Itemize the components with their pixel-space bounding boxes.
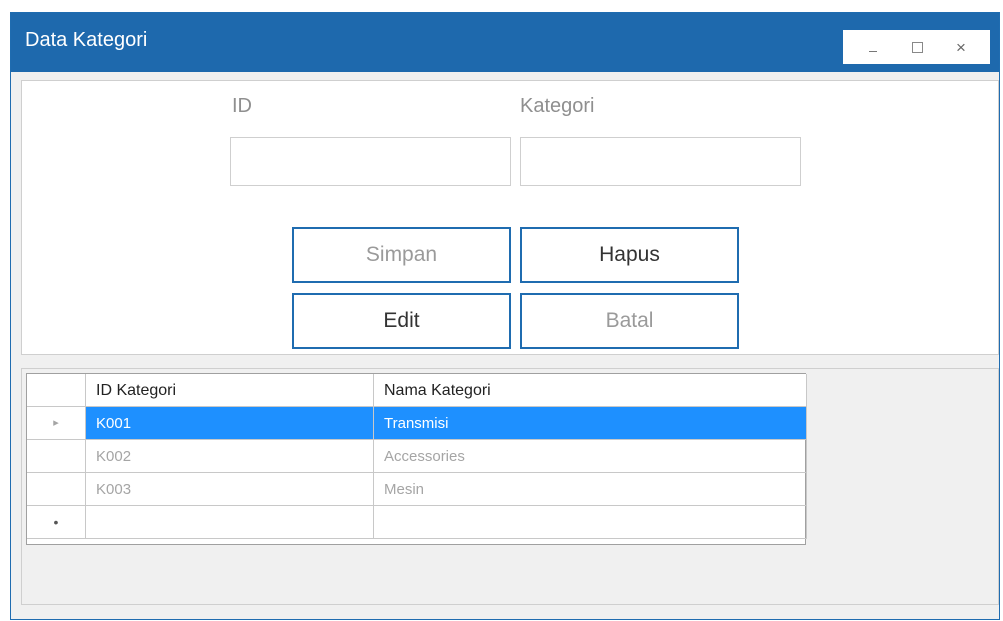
new-row-indicator-icon[interactable]: • (27, 506, 86, 539)
maximize-button[interactable] (897, 30, 937, 64)
kategori-data-grid[interactable]: ID Kategori Nama Kategori ▸ K001 Transmi… (26, 373, 807, 545)
batal-button[interactable]: Batal (520, 293, 739, 349)
cell-nama-kategori[interactable] (374, 506, 807, 539)
edit-button[interactable]: Edit (292, 293, 511, 349)
current-row-indicator-icon[interactable]: ▸ (27, 407, 86, 440)
window-controls: × (843, 30, 990, 64)
grid-header-row: ID Kategori Nama Kategori (27, 374, 807, 407)
cell-nama-kategori[interactable]: Mesin (374, 473, 807, 506)
simpan-button[interactable]: Simpan (292, 227, 511, 283)
row-header[interactable] (27, 473, 86, 506)
title-bar[interactable]: Data Kategori × (11, 13, 999, 72)
id-label: ID (232, 95, 252, 117)
minimize-button[interactable] (853, 30, 893, 64)
form-panel: ID Kategori Simpan Hapus Edit Batal (21, 80, 999, 355)
window-title: Data Kategori (25, 29, 148, 51)
column-header-id-kategori[interactable]: ID Kategori (86, 374, 374, 407)
cell-nama-kategori[interactable]: Transmisi (374, 407, 807, 440)
kategori-label: Kategori (520, 95, 595, 117)
grid-panel: ID Kategori Nama Kategori ▸ K001 Transmi… (21, 368, 999, 605)
id-input[interactable] (230, 137, 511, 186)
table-row[interactable]: K003 Mesin (27, 473, 807, 506)
table-row[interactable]: ▸ K001 Transmisi (27, 407, 807, 440)
cell-id-kategori[interactable]: K003 (86, 473, 374, 506)
data-kategori-window: Data Kategori × ID Kategori Simpan Hapus… (10, 12, 1000, 620)
cell-nama-kategori[interactable]: Accessories (374, 440, 807, 473)
kategori-input[interactable] (520, 137, 801, 186)
row-header-corner[interactable] (27, 374, 86, 407)
hapus-button[interactable]: Hapus (520, 227, 739, 283)
close-icon: × (956, 37, 966, 57)
cell-id-kategori[interactable]: K002 (86, 440, 374, 473)
close-button[interactable]: × (941, 30, 981, 64)
maximize-icon (911, 41, 923, 53)
row-header[interactable] (27, 440, 86, 473)
cell-id-kategori[interactable]: K001 (86, 407, 374, 440)
table-row[interactable]: K002 Accessories (27, 440, 807, 473)
column-header-nama-kategori[interactable]: Nama Kategori (374, 374, 807, 407)
minimize-icon (869, 50, 877, 52)
new-row[interactable]: • (27, 506, 807, 539)
cell-id-kategori[interactable] (86, 506, 374, 539)
